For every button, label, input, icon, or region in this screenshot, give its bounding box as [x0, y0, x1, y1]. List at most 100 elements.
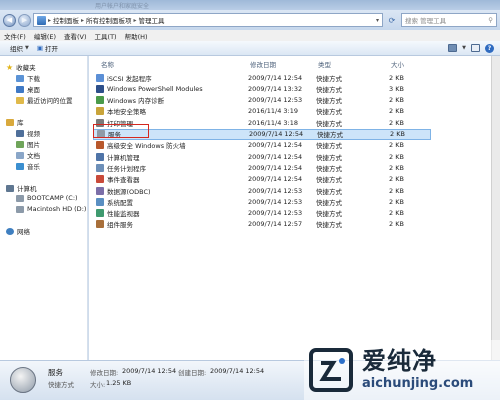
nav-network-label: 网络 — [17, 228, 30, 236]
explorer-window: 用户帐户和家庭安全 ◀ ▶ ▸ 控制面板 ▸ 所有控制面板项 ▸ 管理工具 ▾ … — [0, 0, 500, 400]
nav-item-drive-d[interactable]: Macintosh HD (D:) — [16, 205, 86, 213]
nav-computer[interactable]: 计算机 — [6, 183, 37, 193]
security-policy-icon — [96, 107, 104, 116]
file-row[interactable]: iSCSI 发起程序 2009/7/14 12:54 快捷方式 2 KB — [93, 72, 431, 83]
file-row[interactable]: 任务计划程序 2009/7/14 12:54 快捷方式 2 KB — [93, 162, 431, 173]
watermark-logo-mark — [309, 348, 353, 392]
detail-modified-value: 2009/7/14 12:54 — [122, 367, 177, 375]
open-icon: ▣ — [36, 44, 44, 52]
file-name: 系统配置 — [107, 198, 133, 207]
file-name: 性能监视器 — [107, 210, 140, 219]
column-date-header[interactable]: 修改日期 — [250, 59, 276, 69]
view-options-icon[interactable] — [448, 44, 458, 52]
open-button[interactable]: ▣ 打开 — [37, 43, 58, 53]
file-row[interactable]: Windows PowerShell Modules 2009/7/14 13:3… — [93, 83, 431, 94]
search-input[interactable]: 搜索 管理工具 ⚲ — [401, 13, 497, 27]
file-row[interactable]: 性能监视器 2009/7/14 12:53 快捷方式 2 KB — [93, 208, 431, 219]
address-dropdown-icon[interactable]: ▾ — [376, 17, 379, 24]
file-row[interactable]: Windows 内存诊断 2009/7/14 12:53 快捷方式 2 KB — [93, 95, 431, 106]
file-row[interactable]: 计算机管理 2009/7/14 12:54 快捷方式 2 KB — [93, 151, 431, 162]
odbc-icon — [96, 186, 104, 195]
nav-network[interactable]: 网络 — [6, 226, 30, 236]
nav-item-desktop[interactable]: 桌面 — [16, 84, 40, 94]
back-button[interactable]: ◀ — [3, 13, 16, 27]
file-size: 2 KB — [389, 209, 404, 218]
breadcrumb-all-items[interactable]: 所有控制面板项 — [86, 15, 132, 25]
address-bar[interactable]: ▸ 控制面板 ▸ 所有控制面板项 ▸ 管理工具 ▾ — [33, 13, 383, 27]
watermark-text: 爱纯净 aichunjing.com — [362, 349, 473, 391]
refresh-icon[interactable]: ⟳ — [385, 13, 399, 27]
file-type: 快捷方式 — [316, 97, 342, 106]
music-icon — [16, 162, 24, 170]
menu-file[interactable]: 文件(F) — [4, 31, 26, 41]
file-size: 2 KB — [389, 152, 404, 161]
forward-button[interactable]: ▶ — [18, 13, 31, 27]
file-date: 2009/7/14 12:54 — [248, 152, 303, 161]
file-size: 2 KB — [389, 141, 404, 150]
file-type: 快捷方式 — [316, 108, 342, 117]
nav-item-label: 下载 — [27, 75, 40, 83]
file-size: 3 KB — [389, 84, 404, 93]
file-size: 2 KB — [389, 73, 404, 82]
component-services-icon — [96, 220, 104, 229]
view-dropdown-icon[interactable]: ▼ — [462, 45, 466, 51]
nav-item-documents[interactable]: 文档 — [16, 150, 40, 160]
nav-favorites[interactable]: ★ 收藏夹 — [6, 62, 36, 73]
file-size: 2 KB — [390, 130, 405, 138]
file-row[interactable]: 高级安全 Windows 防火墙 2009/7/14 12:54 快捷方式 2 KB — [93, 140, 431, 151]
nav-item-music[interactable]: 音乐 — [16, 161, 40, 171]
breadcrumb-control-panel[interactable]: 控制面板 — [53, 15, 79, 25]
file-date: 2009/7/14 13:32 — [248, 84, 303, 93]
menu-help[interactable]: 帮助(H) — [125, 31, 148, 41]
breadcrumb-admin-tools[interactable]: 管理工具 — [139, 15, 165, 25]
nav-item-drive-c[interactable]: BOOTCAMP (C:) — [16, 194, 78, 202]
file-row[interactable]: 组件服务 2009/7/14 12:57 快捷方式 2 KB — [93, 219, 431, 230]
file-row[interactable]: 事件查看器 2009/7/14 12:54 快捷方式 2 KB — [93, 174, 431, 185]
performance-monitor-icon — [96, 209, 104, 218]
menu-view[interactable]: 查看(V) — [64, 31, 87, 41]
file-type: 快捷方式 — [316, 142, 342, 151]
file-size: 2 KB — [389, 175, 404, 184]
file-row[interactable]: 系统配置 2009/7/14 12:53 快捷方式 2 KB — [93, 196, 431, 207]
column-name-header[interactable]: 名称 — [101, 59, 114, 69]
computer-management-icon — [96, 152, 104, 161]
star-icon: ★ — [6, 62, 14, 72]
preview-pane-icon[interactable] — [471, 44, 480, 52]
event-viewer-icon — [96, 175, 104, 184]
video-icon — [16, 129, 24, 137]
file-name: Windows 内存诊断 — [107, 97, 165, 106]
recent-places-icon — [16, 96, 24, 104]
help-icon[interactable]: ? — [485, 43, 494, 53]
file-date: 2009/7/14 12:53 — [248, 209, 303, 218]
watermark-brand: 爱纯净 — [362, 347, 437, 375]
nav-item-label: 文档 — [27, 152, 40, 160]
ghost-window-title: 用户帐户和家庭安全 — [95, 3, 150, 10]
nav-item-label: BOOTCAMP (C:) — [27, 194, 78, 202]
address-bar-area: ◀ ▶ ▸ 控制面板 ▸ 所有控制面板项 ▸ 管理工具 ▾ ⟳ 搜索 管理工具 … — [0, 10, 500, 30]
column-size-header[interactable]: 大小 — [391, 59, 404, 69]
nav-libraries[interactable]: 库 — [6, 117, 24, 127]
nav-item-label: 桌面 — [27, 86, 40, 94]
nav-item-pictures[interactable]: 图片 — [16, 139, 40, 149]
file-row[interactable]: 本地安全策略 2016/11/4 3:19 快捷方式 2 KB — [93, 106, 431, 117]
nav-item-label: 最近访问的位置 — [27, 97, 73, 105]
column-type-header[interactable]: 类型 — [318, 59, 331, 69]
file-row[interactable]: 数据源(ODBC) 2009/7/14 12:53 快捷方式 2 KB — [93, 185, 431, 196]
menu-tools[interactable]: 工具(T) — [95, 31, 117, 41]
nav-item-downloads[interactable]: 下载 — [16, 73, 40, 83]
organize-button[interactable]: 组织 ▼ — [10, 43, 29, 53]
file-type: 快捷方式 — [316, 210, 342, 219]
computer-icon — [6, 184, 14, 192]
nav-item-recent[interactable]: 最近访问的位置 — [16, 95, 73, 105]
detail-size-label: 大小: — [90, 381, 106, 389]
nav-item-videos[interactable]: 视频 — [16, 128, 40, 138]
vertical-scrollbar[interactable] — [491, 56, 500, 360]
file-name: 数据源(ODBC) — [107, 187, 151, 196]
file-type: 快捷方式 — [316, 221, 342, 230]
file-size: 2 KB — [389, 96, 404, 105]
picture-icon — [16, 140, 24, 148]
search-placeholder: 搜索 管理工具 — [405, 17, 447, 25]
menu-edit[interactable]: 编辑(E) — [34, 31, 56, 41]
highlight-annotation — [93, 124, 149, 138]
iscsi-icon — [96, 73, 104, 82]
